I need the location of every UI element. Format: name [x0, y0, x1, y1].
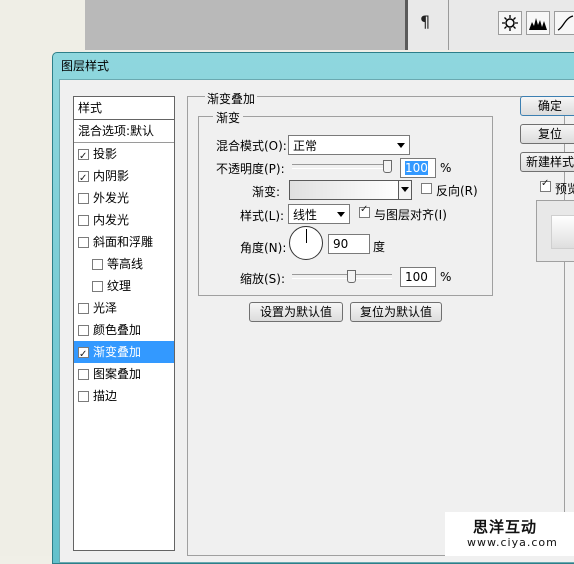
chevron-down-icon — [337, 212, 345, 217]
style-checkbox[interactable] — [78, 168, 89, 190]
preview-label: 预览 — [555, 182, 574, 196]
style-list-item[interactable]: 斜面和浮雕 — [74, 231, 174, 253]
style-list-item-label: 内阴影 — [93, 169, 130, 183]
style-list: 样式 混合选项:默认 投影内阴影外发光内发光斜面和浮雕等高线纹理光泽颜色叠加渐变… — [73, 96, 175, 551]
opacity-input[interactable]: 100 — [400, 158, 436, 178]
style-checkbox[interactable] — [78, 324, 89, 336]
style-list-item-label: 斜面和浮雕 — [93, 235, 154, 249]
style-label: 样式(L): — [240, 209, 285, 223]
watermark-logo: 思洋互动 www.ciya.com — [445, 512, 574, 556]
style-value: 线性 — [293, 208, 318, 222]
style-list-item[interactable]: 渐变叠加 — [74, 341, 174, 366]
angle-label: 角度(N): — [240, 241, 287, 255]
reset-button[interactable]: 复位 — [520, 124, 574, 144]
style-list-item-label: 纹理 — [107, 279, 132, 293]
style-checkbox[interactable] — [78, 236, 89, 248]
style-checkbox[interactable] — [78, 302, 89, 314]
style-list-item-label: 光泽 — [93, 301, 118, 315]
align-with-layer-label: 与图层对齐(I) — [374, 208, 447, 222]
style-list-item[interactable]: 等高线 — [74, 253, 174, 275]
opacity-unit: % — [440, 161, 452, 175]
style-list-item-label: 外发光 — [93, 191, 130, 205]
style-checkbox[interactable] — [78, 390, 89, 402]
scale-unit: % — [440, 270, 452, 284]
new-style-button[interactable]: 新建样式 — [520, 152, 574, 172]
style-checkbox[interactable] — [78, 146, 89, 168]
opacity-slider-thumb[interactable] — [383, 160, 392, 173]
style-checkbox[interactable] — [92, 280, 103, 292]
style-list-item-label: 等高线 — [107, 257, 144, 271]
reverse-checkbox[interactable] — [421, 183, 432, 194]
style-list-item[interactable]: 描边 — [74, 385, 174, 407]
chevron-down-icon — [397, 143, 405, 148]
scale-slider-track[interactable] — [292, 270, 392, 283]
gradient-label: 渐变: — [252, 185, 281, 199]
style-list-item[interactable]: 图案叠加 — [74, 363, 174, 385]
style-preview-thumbnail — [536, 200, 574, 262]
scale-label: 缩放(S): — [240, 272, 286, 286]
angle-input[interactable]: 90 — [328, 234, 370, 254]
align-with-layer-checkbox[interactable] — [359, 204, 370, 218]
layer-style-dialog: 图层样式 样式 混合选项:默认 投影内阴影外发光内发光斜面和浮雕等高线纹理光泽颜… — [52, 52, 574, 564]
adjustments-panel: ¶ — [408, 0, 574, 50]
dialog-client-area: 样式 混合选项:默认 投影内阴影外发光内发光斜面和浮雕等高线纹理光泽颜色叠加渐变… — [59, 79, 574, 563]
style-list-item-label: 描边 — [93, 389, 118, 403]
style-list-item-label: 渐变叠加 — [93, 345, 142, 359]
style-list-item[interactable]: 内阴影 — [74, 165, 174, 190]
style-list-item[interactable]: 外发光 — [74, 187, 174, 209]
angle-unit: 度 — [373, 240, 386, 254]
preview-checkbox[interactable] — [540, 178, 551, 192]
opacity-label: 不透明度(P): — [216, 162, 285, 176]
style-list-item[interactable]: 投影 — [74, 143, 174, 168]
style-list-items: 投影内阴影外发光内发光斜面和浮雕等高线纹理光泽颜色叠加渐变叠加图案叠加描边 — [74, 143, 174, 407]
blend-mode-select[interactable]: 正常 — [288, 135, 410, 155]
gradient-preview[interactable] — [289, 180, 399, 200]
style-checkbox[interactable] — [78, 214, 89, 226]
style-list-item-label: 颜色叠加 — [93, 323, 142, 337]
style-list-item[interactable]: 光泽 — [74, 297, 174, 319]
opacity-value: 100 — [405, 161, 428, 175]
inner-group-title: 渐变 — [213, 109, 244, 126]
dialog-title: 图层样式 — [61, 59, 110, 73]
style-list-item-label: 图案叠加 — [93, 367, 142, 381]
logo-url: www.ciya.com — [467, 536, 558, 549]
opacity-slider-track[interactable] — [292, 160, 392, 173]
style-list-item-label: 投影 — [93, 147, 118, 161]
style-select[interactable]: 线性 — [288, 204, 350, 224]
style-checkbox[interactable] — [92, 258, 103, 270]
levels-icon[interactable] — [526, 11, 550, 35]
reset-default-button[interactable]: 复位为默认值 — [350, 302, 442, 322]
paragraph-icon[interactable]: ¶ — [420, 12, 430, 31]
style-list-item[interactable]: 颜色叠加 — [74, 319, 174, 341]
style-list-item[interactable]: 内发光 — [74, 209, 174, 231]
scale-value: 100 — [405, 270, 428, 284]
style-list-item[interactable]: 纹理 — [74, 275, 174, 297]
curves-icon[interactable] — [554, 11, 574, 35]
brightness-icon[interactable] — [498, 11, 522, 35]
group-title: 渐变叠加 — [205, 90, 258, 107]
blend-mode-value: 正常 — [293, 139, 318, 153]
style-list-item-label: 内发光 — [93, 213, 130, 227]
angle-value: 90 — [333, 237, 349, 251]
style-list-header[interactable]: 样式 — [74, 97, 174, 120]
style-checkbox[interactable] — [78, 368, 89, 380]
panel-divider — [448, 0, 449, 50]
set-default-button[interactable]: 设置为默认值 — [249, 302, 343, 322]
blend-mode-label: 混合模式(O): — [216, 139, 287, 153]
style-checkbox[interactable] — [78, 344, 89, 366]
scale-input[interactable]: 100 — [400, 267, 436, 287]
style-checkbox[interactable] — [78, 192, 89, 204]
scale-slider-thumb[interactable] — [347, 270, 356, 283]
preview-swatch — [551, 215, 574, 249]
reverse-label: 反向(R) — [436, 184, 478, 198]
angle-dial[interactable] — [289, 226, 323, 260]
gradient-dropdown-button[interactable] — [398, 180, 412, 200]
logo-title: 思洋互动 — [473, 518, 538, 536]
blend-options-item[interactable]: 混合选项:默认 — [74, 120, 174, 143]
canvas-area — [85, 0, 405, 50]
ok-button[interactable]: 确定 — [520, 96, 574, 116]
